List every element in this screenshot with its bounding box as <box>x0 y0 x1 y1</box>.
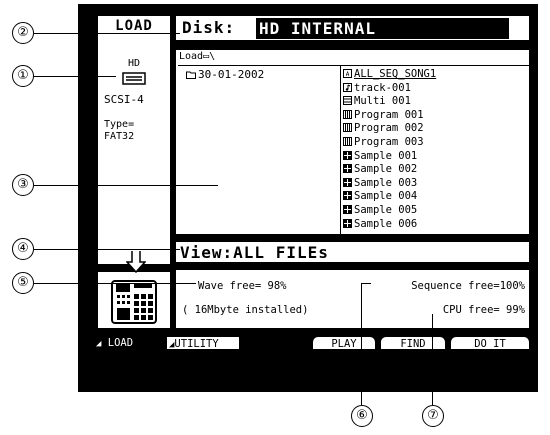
current-path: Load▭\ <box>179 51 216 62</box>
tab-marker-icon: ◢ <box>96 339 102 349</box>
file-name: Sample 003 <box>354 176 418 189</box>
all-seq-icon: A <box>343 69 352 78</box>
file-browser: Load▭\ 30-01-2002 A ALL_SEQ_SONG1 track-00… <box>174 48 531 236</box>
file-name: track-001 <box>354 81 411 94</box>
sample-icon <box>343 164 352 174</box>
utility-tab-label: UTILITY <box>174 338 219 350</box>
mpc-device-icon <box>111 280 157 324</box>
file-name: Sample 006 <box>354 217 418 230</box>
file-name: Sample 001 <box>354 149 418 162</box>
callout-leader <box>34 249 180 250</box>
callout-leader <box>34 283 196 284</box>
callout-leader <box>34 33 180 34</box>
file-list-item[interactable]: Program 003 <box>343 136 424 148</box>
file-list-item[interactable]: Program 001 <box>343 109 424 121</box>
folder-name: 30-01-2002 <box>198 68 265 81</box>
play-button[interactable]: PLAY <box>312 336 376 350</box>
callout-leader <box>361 283 362 405</box>
file-list-item[interactable]: Sample 001 <box>343 150 417 162</box>
load-tab[interactable]: ◢ LOAD <box>92 336 160 350</box>
mode-title: LOAD <box>115 18 153 34</box>
file-name: Sample 002 <box>354 163 418 176</box>
folder-icon <box>186 71 196 79</box>
utility-tab[interactable]: ◢UTILITY <box>166 336 240 350</box>
file-name: Program 003 <box>354 136 424 148</box>
program-icon <box>343 109 352 119</box>
file-name: Program 002 <box>354 122 424 135</box>
wave-free: Wave free= 98% <box>198 280 287 292</box>
callout-leader <box>361 283 371 284</box>
sample-icon <box>343 150 352 160</box>
file-list-item[interactable]: Sample 006 <box>343 218 417 230</box>
program-icon <box>343 123 352 133</box>
callout-leader <box>34 185 218 186</box>
hard-drive-icon <box>122 72 146 85</box>
program-icon <box>343 137 352 146</box>
file-list-item[interactable]: Sample 005 <box>343 204 417 216</box>
sample-icon <box>343 205 352 214</box>
file-name: Sample 005 <box>354 204 418 216</box>
svg-text:A: A <box>346 71 350 78</box>
disk-header: Disk: HD INTERNAL <box>174 14 531 42</box>
file-list-item[interactable]: Sample 002 <box>343 163 417 175</box>
view-filter-bar[interactable]: View:ALL FILEs <box>174 240 531 264</box>
memory-info-panel: Wave free= 98% ( 16Mbyte installed) Sequ… <box>174 268 531 330</box>
file-name: Program 001 <box>354 108 424 121</box>
file-list-item[interactable]: track-001 <box>343 82 411 94</box>
drive-type-label: HD <box>127 58 141 69</box>
disk-label: Disk: <box>182 18 236 37</box>
file-list-item[interactable]: A ALL_SEQ_SONG1 <box>343 68 436 80</box>
fs-type-value: FAT32 <box>104 131 135 142</box>
sample-icon <box>343 177 352 187</box>
disk-selector[interactable]: HD INTERNAL <box>256 18 509 39</box>
cpu-free: CPU free= 99% <box>442 304 525 316</box>
find-button[interactable]: FIND <box>380 336 446 350</box>
load-tab-label: LOAD <box>107 337 134 349</box>
arrow-down-icon <box>126 251 146 273</box>
file-list-item[interactable]: Program 002 <box>343 122 424 134</box>
callout-3: ③ <box>12 174 34 196</box>
sample-icon <box>343 191 352 201</box>
file-list-item[interactable]: Sample 003 <box>343 177 417 189</box>
callout-4: ④ <box>12 238 34 260</box>
callout-7: ⑦ <box>422 405 444 427</box>
load-info-panel: LOAD HD SCSI-4 Type= FAT32 <box>96 14 172 266</box>
do-it-button[interactable]: DO IT <box>450 336 530 350</box>
callout-5: ⑤ <box>12 272 34 294</box>
file-name: ALL_SEQ_SONG1 <box>354 68 437 80</box>
folder-pane[interactable]: 30-01-2002 <box>178 65 340 234</box>
callout-leader <box>432 314 433 405</box>
callout-6: ⑥ <box>351 405 373 427</box>
sample-icon <box>343 218 352 228</box>
file-list[interactable]: A ALL_SEQ_SONG1 track-001 Multi 001 Program … <box>340 65 529 234</box>
view-filter[interactable]: View:ALL FILEs <box>180 243 329 262</box>
file-list-item[interactable]: Sample 004 <box>343 190 417 202</box>
callout-2: ② <box>12 22 34 44</box>
multi-icon <box>343 96 352 106</box>
file-list-item[interactable]: Multi 001 <box>343 95 411 107</box>
callout-1: ① <box>12 65 34 87</box>
installed-memory: ( 16Mbyte installed) <box>182 304 309 316</box>
track-icon <box>343 82 352 92</box>
folder-item[interactable]: 30-01-2002 <box>186 68 264 81</box>
fs-type-label: Type= <box>104 119 135 130</box>
device-panel <box>96 251 172 330</box>
file-name: Sample 004 <box>354 190 418 203</box>
sequence-free: Sequence free=100% <box>411 280 525 292</box>
callout-leader <box>34 76 116 77</box>
file-name: Multi 001 <box>354 95 411 108</box>
scsi-id: SCSI-4 <box>104 93 144 106</box>
